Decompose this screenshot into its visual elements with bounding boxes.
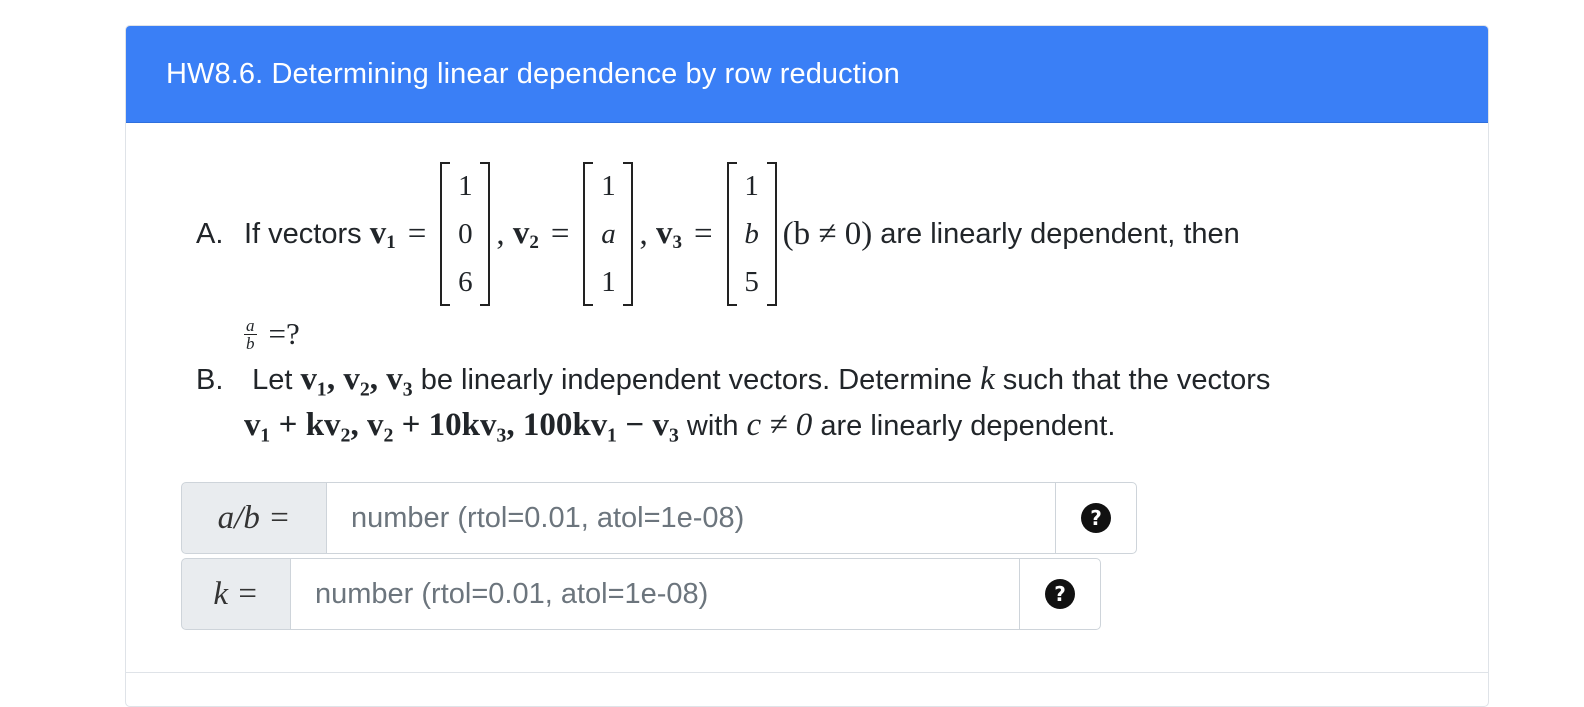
part-a-intro: If vectors: [244, 217, 362, 250]
v2-matrix: 1 a 1: [583, 162, 634, 306]
a-over-b-input[interactable]: [327, 482, 1055, 554]
v2-symbol: v2: [512, 214, 539, 253]
part-a-statement: A. If vectors v1 = 1 0 6 , v2 = 1 a 1 , …: [196, 156, 1240, 312]
a-over-b-help-button[interactable]: ?: [1055, 482, 1137, 554]
question-card: HW8.6. Determining linear dependence by …: [125, 25, 1489, 707]
part-a-condition: (b ≠ 0): [782, 215, 873, 252]
k-input-group: k = ?: [181, 558, 1101, 630]
equals-sign: =: [550, 215, 570, 252]
vector-list: v₁, v₂, v₃: [300, 361, 413, 397]
v3-entry: 5: [744, 266, 759, 298]
v3-entry: b: [744, 218, 759, 250]
question-circle-icon: ?: [1045, 579, 1075, 609]
v2-entry: a: [601, 218, 616, 250]
v2-entry: 1: [601, 170, 616, 202]
k-input[interactable]: [291, 558, 1019, 630]
equals-sign: =: [693, 215, 713, 252]
v1-symbol: v1: [369, 214, 396, 253]
k-symbol: k: [980, 361, 995, 397]
question-mark-text: =?: [268, 316, 300, 351]
v1-entry: 0: [458, 218, 473, 250]
card-divider: [126, 672, 1488, 673]
a-over-b-input-group: a/b = ?: [181, 482, 1137, 554]
a-over-b-fraction: a b: [244, 315, 257, 353]
c-condition: c ≠ 0: [746, 407, 813, 443]
v3-symbol: v3: [655, 214, 682, 253]
question-circle-icon: ?: [1081, 503, 1111, 533]
v1-matrix: 1 0 6: [440, 162, 491, 306]
part-b-label: B.: [196, 364, 224, 396]
part-a-label: A.: [196, 217, 224, 250]
equals-sign: =: [407, 215, 427, 252]
question-header: HW8.6. Determining linear dependence by …: [126, 26, 1488, 123]
a-over-b-label: a/b =: [181, 482, 327, 554]
k-help-button[interactable]: ?: [1019, 558, 1101, 630]
part-b-statement-line1: B. Let v₁, v₂, v₃ be linearly independen…: [196, 361, 1271, 397]
part-a-outro: are linearly dependent, then: [880, 217, 1240, 250]
vector-expression: v₁ + kv₂, v₂ + 10kv₃, 100kv₁ − v₃: [244, 407, 679, 443]
v3-matrix: 1 b 5: [726, 162, 777, 306]
k-label: k =: [181, 558, 291, 630]
part-a-question: a b =?: [244, 316, 300, 352]
part-b-statement-line2: v₁ + kv₂, v₂ + 10kv₃, 100kv₁ − v₃ with c…: [244, 407, 1116, 443]
v2-entry: 1: [601, 266, 616, 298]
v1-entry: 1: [458, 170, 473, 202]
v1-entry: 6: [458, 266, 473, 298]
v3-entry: 1: [744, 170, 759, 202]
question-title: HW8.6. Determining linear dependence by …: [166, 57, 900, 90]
